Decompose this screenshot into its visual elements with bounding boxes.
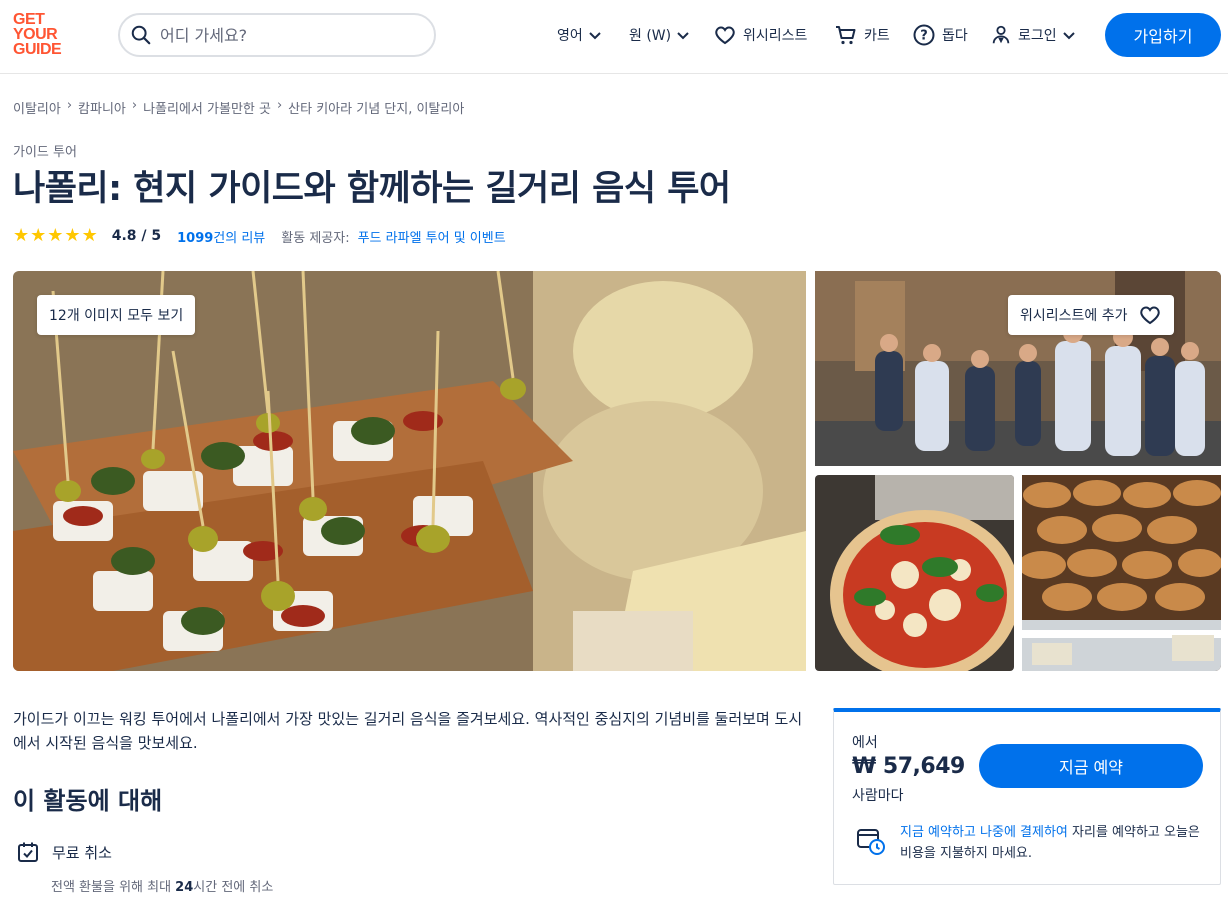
breadcrumb-separator: › — [276, 98, 283, 113]
search-bar[interactable] — [118, 13, 436, 57]
breadcrumb-item[interactable]: 나폴리에서 가볼만한 곳 — [143, 98, 271, 117]
see-all-images-button[interactable]: 12개 이미지 모두 보기 — [37, 295, 196, 335]
reserve-text: 지금 예약하고 나중에 결제하여 자리를 예약하고 오늘은 비용을 지불하지 마… — [900, 822, 1206, 864]
cancel-detail-hours: 24 — [175, 880, 194, 895]
free-cancellation-detail: 전액 환불을 위해 최대 24시간 전에 취소 — [51, 876, 273, 895]
breadcrumb-item[interactable]: 산타 키아라 기념 단지, 이탈리아 — [288, 98, 464, 117]
calendar-check-icon — [18, 842, 38, 862]
provider-link[interactable]: 푸드 라파엘 투어 및 이벤트 — [358, 227, 506, 246]
breadcrumb-item[interactable]: 이탈리아 — [13, 98, 61, 117]
add-to-wishlist-label: 위시리스트에 추가 — [1020, 308, 1128, 324]
star-icon: ★ — [30, 225, 47, 246]
currency-selector[interactable]: 원 (W) — [629, 22, 693, 48]
gallery-image-pizza[interactable] — [815, 475, 1014, 671]
search-icon — [131, 25, 151, 45]
language-selector[interactable]: 영어 — [557, 22, 605, 48]
chevron-down-icon — [589, 32, 601, 40]
calendar-clock-icon — [857, 829, 885, 855]
about-section-title: 이 활동에 대해 — [13, 787, 163, 815]
star-icon: ★ — [13, 225, 30, 246]
star-icon: ★ — [64, 225, 81, 246]
breadcrumb-separator: › — [131, 98, 138, 113]
book-now-button[interactable]: 지금 예약 — [979, 744, 1203, 788]
user-icon — [992, 25, 1010, 44]
heart-icon — [1139, 306, 1160, 325]
free-cancellation-label: 무료 취소 — [52, 843, 112, 862]
chevron-down-icon — [677, 32, 689, 40]
help-label: 돕다 — [942, 28, 968, 44]
svg-text:?: ? — [920, 29, 928, 44]
breadcrumb-item[interactable]: 캄파니아 — [78, 98, 126, 117]
cancel-detail-post: 시간 전에 취소 — [193, 880, 274, 895]
signup-button[interactable]: 가입하기 — [1105, 13, 1221, 57]
reviews-count: 1099 — [177, 230, 214, 246]
top-header: GET YOUR GUIDE 영어 원 (W) 위시리스트 카트 ? 돕다 로그… — [0, 0, 1228, 74]
heart-icon — [715, 26, 735, 45]
booking-card: 에서 ₩ 57,649 사람마다 지금 예약 지금 예약하고 나중에 결제하여 … — [833, 708, 1221, 885]
rating-value: 4.8 / 5 — [111, 228, 162, 244]
reserve-now-pay-later: 지금 예약하고 나중에 결제하여 자리를 예약하고 오늘은 비용을 지불하지 마… — [856, 822, 1206, 864]
login-menu[interactable]: 로그인 — [990, 22, 1079, 48]
image-gallery: 12개 이미지 모두 보기 위시리스트에 추가 — [13, 271, 1221, 671]
activity-description: 가이드가 이끄는 워킹 투어에서 나폴리에서 가장 맛있는 길거리 음식을 즐겨… — [13, 710, 803, 752]
cancel-detail-pre: 전액 환불을 위해 최대 — [51, 880, 176, 895]
breadcrumb: 이탈리아 › 캄파니아 › 나폴리에서 가볼만한 곳 › 산타 키아라 기념 단… — [13, 98, 464, 117]
search-input[interactable] — [160, 25, 410, 45]
cart-link[interactable]: 카트 — [834, 22, 890, 48]
login-label: 로그인 — [1018, 28, 1057, 44]
reviews-suffix: 건의 리뷰 — [213, 230, 266, 246]
cart-icon — [836, 26, 856, 45]
croissants-image — [1022, 475, 1221, 671]
help-icon: ? — [913, 24, 935, 46]
star-icon: ★ — [47, 225, 64, 246]
logo-line-2: YOUR — [13, 26, 58, 43]
price-per-label: 사람마다 — [852, 788, 904, 804]
chevron-down-icon — [1062, 32, 1075, 40]
rating-row: ★ ★ ★ ★ ★ 4.8 / 5 1099건의 리뷰 활동 제공자: 푸드 라… — [13, 226, 506, 246]
price-value: ₩ 57,649 — [852, 754, 965, 779]
help-link[interactable]: ? 돕다 — [912, 22, 968, 48]
page-title: 나폴리: 현지 가이드와 함께하는 길거리 음식 투어 — [13, 169, 731, 209]
currency-label: 원 (W) — [629, 28, 672, 44]
logo-line-3: GUIDE — [13, 41, 62, 58]
add-to-wishlist-button[interactable]: 위시리스트에 추가 — [1008, 295, 1174, 335]
provider-label: 활동 제공자: — [281, 230, 350, 246]
star-icon: ★ — [81, 225, 98, 246]
star-rating: ★ ★ ★ ★ ★ — [13, 227, 98, 245]
activity-category: 가이드 투어 — [13, 145, 77, 160]
gallery-image-croissants[interactable] — [1022, 475, 1221, 671]
logo-line-1: GET — [13, 11, 45, 28]
reserve-link[interactable]: 지금 예약하고 나중에 결제하여 — [900, 825, 1068, 840]
pizza-image — [815, 475, 1014, 671]
wishlist-link[interactable]: 위시리스트 — [713, 22, 807, 48]
language-label: 영어 — [557, 28, 583, 44]
wishlist-label: 위시리스트 — [743, 28, 808, 44]
price-from-label: 에서 — [852, 735, 878, 751]
cart-label: 카트 — [864, 28, 890, 44]
breadcrumb-separator: › — [66, 98, 73, 113]
free-cancellation-feature: 무료 취소 — [16, 840, 112, 864]
logo[interactable]: GET YOUR GUIDE — [13, 12, 73, 60]
reviews-link[interactable]: 1099건의 리뷰 — [177, 227, 265, 246]
